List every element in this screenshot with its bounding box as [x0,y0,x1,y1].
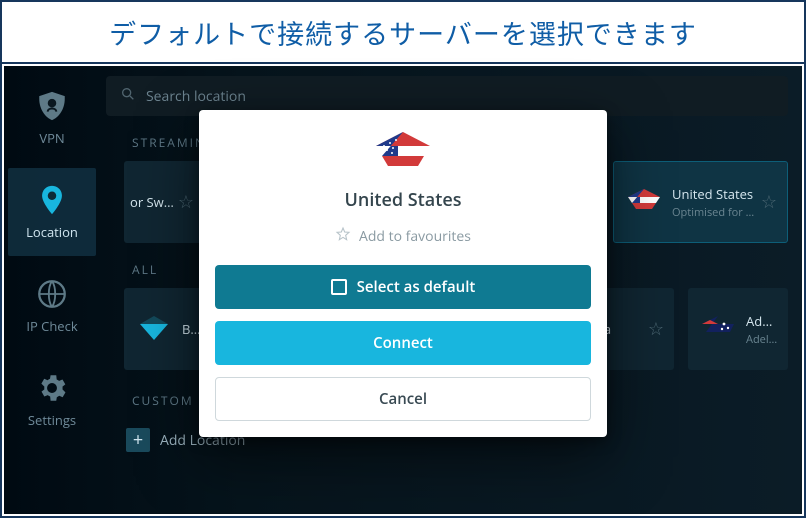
cancel-label: Cancel [379,389,427,409]
checkbox-icon [331,279,347,295]
star-outline-icon [335,226,351,247]
connect-button[interactable]: Connect [215,321,591,365]
select-default-label: Select as default [357,277,476,297]
modal-overlay: United States Add to favourites Select a… [4,66,802,514]
modal-title: United States [345,188,462,212]
favourite-label: Add to favourites [359,227,471,246]
connect-label: Connect [373,333,433,353]
us-flag-icon [372,130,434,176]
add-favourites-button[interactable]: Add to favourites [335,226,471,247]
select-default-button[interactable]: Select as default [215,265,591,309]
top-banner: デフォルトで接続するサーバーを選択できます [2,2,804,64]
app-body: VPN Location IP Check Settings [4,66,802,514]
banner-text: デフォルトで接続するサーバーを選択できます [109,13,697,52]
location-modal: United States Add to favourites Select a… [199,110,607,437]
cancel-button[interactable]: Cancel [215,377,591,421]
